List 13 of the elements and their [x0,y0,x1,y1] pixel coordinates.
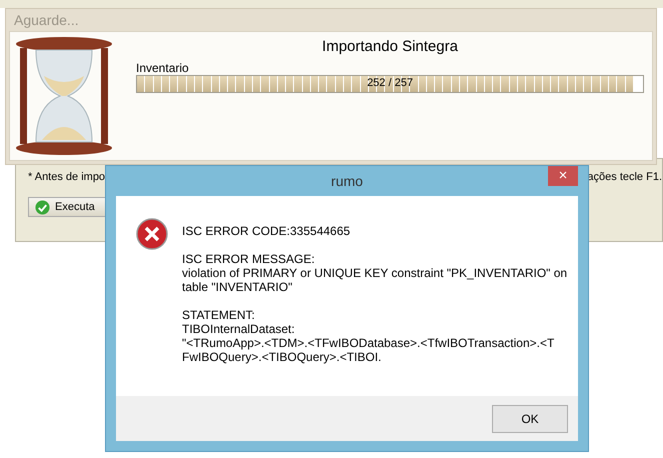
note-text: ações tecle F1. [587,171,662,183]
task-label: Inventario [136,61,190,75]
progress-reading: 252 / 257 [366,77,414,89]
note-text: * Antes de impo [28,171,106,183]
error-icon [136,218,168,250]
dialog-title: Aguarde... [14,12,79,28]
dialog-title: rumo [331,173,363,189]
close-button[interactable]: × [548,166,578,186]
error-message: ISC ERROR CODE:335544665 ISC ERROR MESSAGE: violation of PRIMARY or UNIQUE KEY constraint "PK_INVENTARIO" on table "INVENTARIO" STATEMENT: TIBOInternalDataset: "<TRumoApp>.<TDM>.<TFwIBODatabase>.<TfwIBOTransaction>.<T FwIBOQuery>.<TIBOQuery>.<TIBOI. [182,223,568,366]
ok-button[interactable]: OK [492,404,568,432]
hourglass-icon [14,36,114,156]
check-icon [35,200,50,214]
dialog-heading: Importando Sintegra [321,38,459,55]
